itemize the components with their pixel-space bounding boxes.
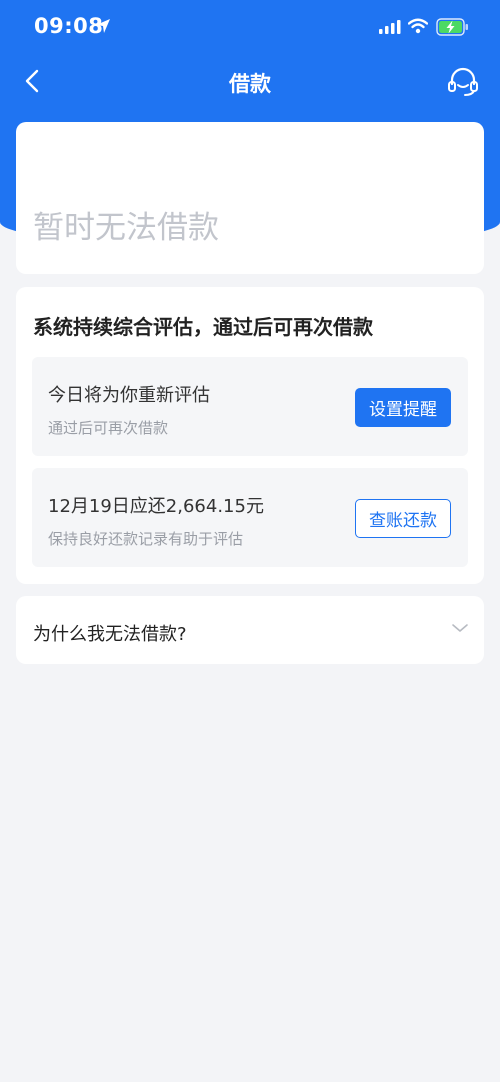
nav-bar: 借款 (0, 56, 500, 106)
reevaluation-panel: 今日将为你重新评估 通过后可再次借款 设置提醒 (32, 357, 468, 456)
evaluation-heading: 系统持续综合评估，通过后可再次借款 (33, 315, 373, 339)
headset-icon (448, 67, 478, 96)
cellular-signal-icon (379, 20, 401, 34)
view-bill-repay-button[interactable]: 查账还款 (355, 499, 451, 538)
battery-charging-icon (436, 18, 468, 36)
faq-why-cannot-borrow[interactable]: 为什么我无法借款? (16, 596, 484, 664)
repayment-subtitle: 保持良好还款记录有助于评估 (48, 530, 244, 548)
customer-service-button[interactable] (445, 64, 481, 100)
loan-status-card: 暂时无法借款 (16, 122, 484, 274)
loan-status-message: 暂时无法借款 (33, 210, 219, 246)
set-reminder-button[interactable]: 设置提醒 (355, 388, 451, 427)
reevaluation-subtitle: 通过后可再次借款 (48, 419, 169, 437)
chevron-down-icon (452, 624, 468, 632)
status-bar: 09:08 (0, 0, 500, 56)
repayment-due-title: 12月19日应还2,664.15元 (48, 496, 264, 517)
repayment-panel: 12月19日应还2,664.15元 保持良好还款记录有助于评估 查账还款 (32, 468, 468, 567)
faq-question: 为什么我无法借款? (33, 624, 187, 645)
location-arrow-icon (96, 19, 110, 33)
reevaluation-title: 今日将为你重新评估 (48, 385, 210, 406)
page-title: 借款 (229, 72, 271, 96)
evaluation-card: 系统持续综合评估，通过后可再次借款 今日将为你重新评估 通过后可再次借款 设置提… (16, 287, 484, 584)
status-time: 09:08 (34, 14, 104, 38)
wifi-icon (408, 18, 428, 34)
